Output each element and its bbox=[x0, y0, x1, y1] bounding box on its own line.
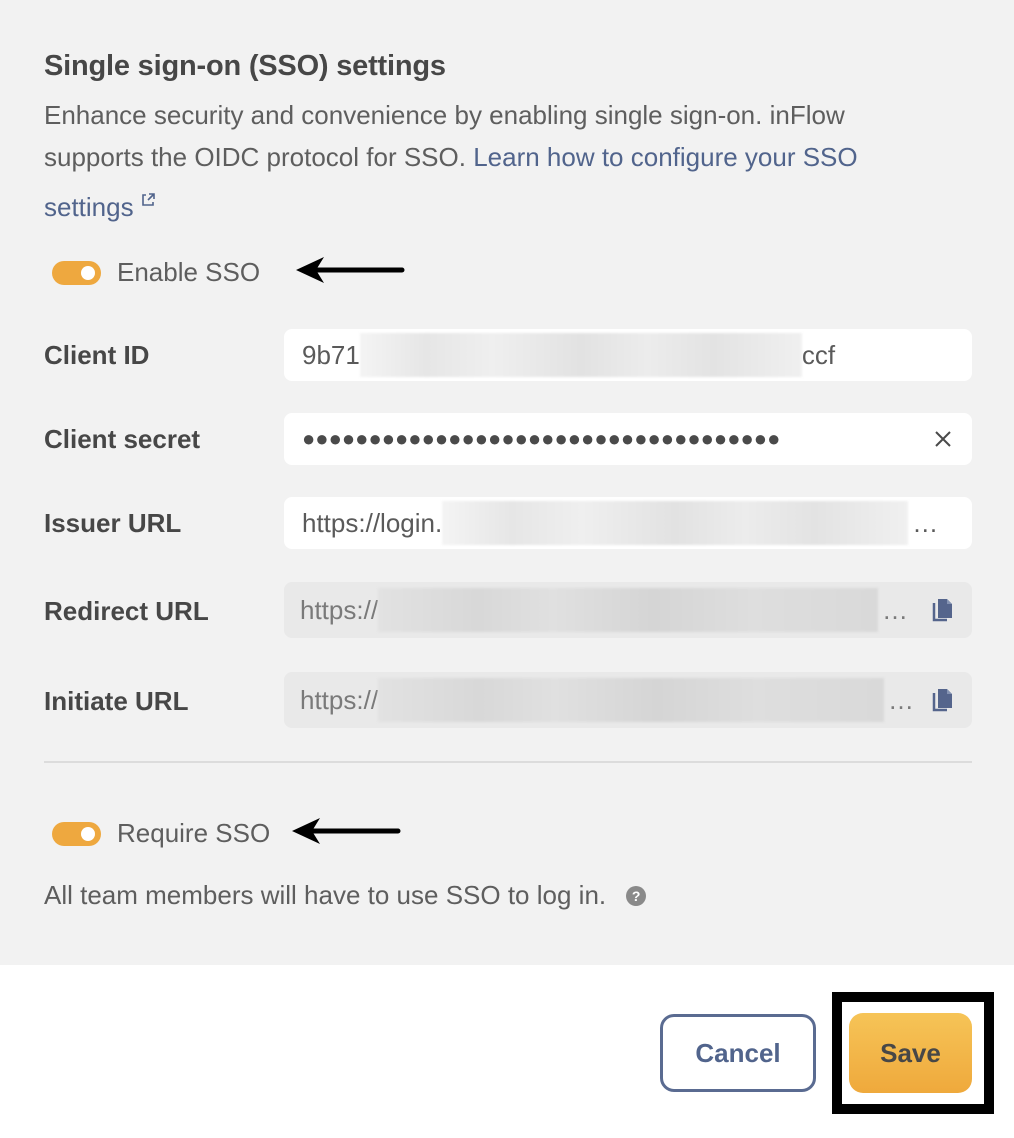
redirect-url-label: Redirect URL bbox=[44, 596, 209, 626]
enable-sso-label: Enable SSO bbox=[117, 257, 261, 287]
initiate-url-ellipsis: … bbox=[888, 684, 915, 715]
annotation-arrow-icon bbox=[284, 814, 404, 853]
help-icon[interactable]: ? bbox=[626, 885, 647, 906]
sso-settings-panel: Single sign-on (SSO) settings Enhance se… bbox=[0, 0, 1014, 965]
redirect-url-field: https:// … bbox=[284, 582, 972, 638]
issuer-url-value-start: https://login. bbox=[302, 507, 443, 538]
initiate-url-field: https:// … bbox=[284, 672, 972, 728]
client-secret-input[interactable]: ●●●●●●●●●●●●●●●●●●●●●●●●●●●●●●●●●●●● bbox=[284, 413, 972, 465]
client-secret-label: Client secret bbox=[44, 424, 201, 454]
redacted-region bbox=[378, 588, 879, 632]
issuer-url-ellipsis: … bbox=[912, 507, 939, 538]
page-title: Single sign-on (SSO) settings bbox=[44, 50, 446, 82]
initiate-url-value-start: https:// bbox=[300, 684, 379, 715]
external-link-icon bbox=[140, 178, 156, 206]
client-id-value-end: ccf bbox=[801, 339, 836, 370]
client-id-input[interactable]: 9b71 ccf bbox=[284, 329, 972, 381]
require-sso-toggle[interactable] bbox=[52, 821, 101, 846]
initiate-url-label: Initiate URL bbox=[44, 686, 189, 716]
client-id-label: Client ID bbox=[44, 340, 150, 370]
client-secret-masked-value: ●●●●●●●●●●●●●●●●●●●●●●●●●●●●●●●●●●●● bbox=[302, 426, 781, 451]
copy-icon[interactable] bbox=[932, 597, 954, 623]
require-sso-hint-text: All team members will have to use SSO to… bbox=[44, 880, 607, 910]
require-sso-row: Require SSO bbox=[52, 814, 404, 853]
annotation-arrow-icon bbox=[288, 253, 408, 292]
enable-sso-row: Enable SSO bbox=[52, 253, 408, 292]
save-button[interactable]: Save bbox=[849, 1013, 972, 1093]
close-icon[interactable] bbox=[932, 428, 954, 450]
section-description: Enhance security and convenience by enab… bbox=[44, 94, 944, 228]
toggle-knob bbox=[81, 826, 95, 841]
redacted-region bbox=[359, 333, 802, 377]
redacted-region bbox=[378, 678, 885, 722]
require-sso-label: Require SSO bbox=[117, 818, 271, 848]
section-divider bbox=[44, 761, 972, 763]
copy-icon[interactable] bbox=[932, 687, 954, 713]
issuer-url-label: Issuer URL bbox=[44, 508, 182, 538]
client-id-value-start: 9b71 bbox=[302, 339, 360, 370]
enable-sso-toggle[interactable] bbox=[52, 260, 101, 285]
require-sso-hint: All team members will have to use SSO to… bbox=[44, 880, 647, 911]
redacted-region bbox=[442, 501, 909, 545]
cancel-button[interactable]: Cancel bbox=[660, 1014, 816, 1092]
redirect-url-value-start: https:// bbox=[300, 594, 379, 625]
issuer-url-input[interactable]: https://login. … bbox=[284, 497, 972, 549]
redirect-url-ellipsis: … bbox=[882, 594, 909, 625]
toggle-knob bbox=[81, 265, 95, 280]
